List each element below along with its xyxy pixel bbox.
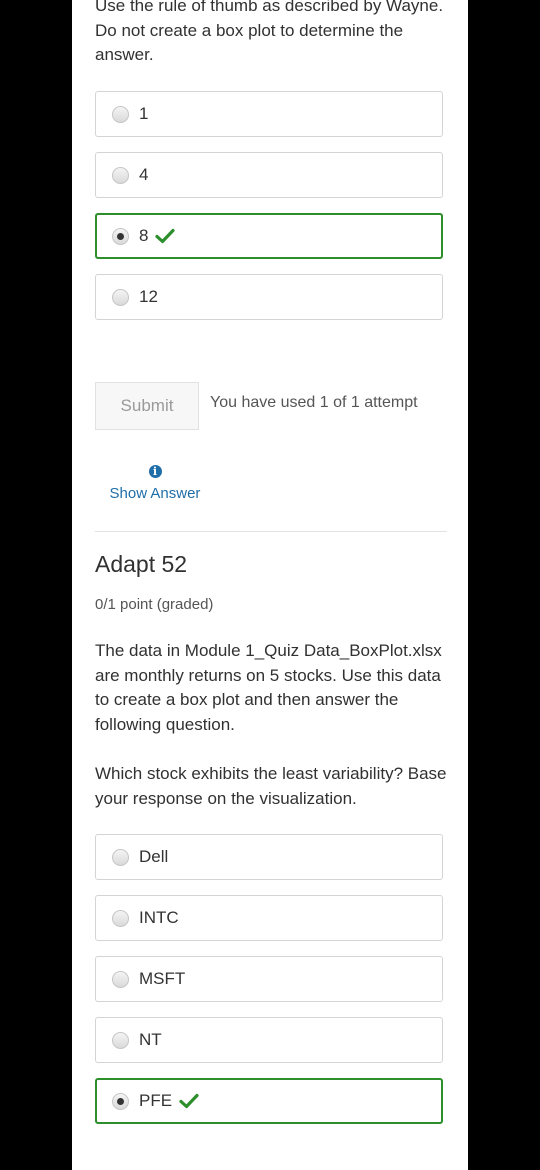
radio-button[interactable]: [112, 288, 129, 306]
option-label: Dell: [139, 847, 169, 866]
option-label: INTC: [139, 908, 179, 927]
checkmark-icon: [155, 228, 176, 244]
q2-option-nt[interactable]: NT: [95, 1017, 443, 1063]
info-icon: i: [148, 465, 162, 478]
question-2-text-block: The data in Module 1_Quiz Data_BoxPlot.x…: [95, 639, 447, 811]
show-answer-label[interactable]: Show Answer: [107, 485, 203, 502]
option-label: MSFT: [139, 969, 186, 988]
q1-option-4[interactable]: 4: [95, 152, 443, 198]
q2-option-msft[interactable]: MSFT: [95, 956, 443, 1002]
q2-option-pfe[interactable]: PFE: [95, 1078, 443, 1124]
submit-button[interactable]: Submit: [95, 382, 199, 430]
question-1-text-block: Use the rule of thumb as described by Wa…: [95, 0, 447, 68]
points-label: 0/1 point (graded): [95, 596, 214, 613]
radio-button[interactable]: [112, 1031, 129, 1049]
option-label: PFE: [139, 1091, 173, 1110]
option-label: 12: [139, 287, 158, 306]
radio-button-selected[interactable]: [112, 227, 129, 245]
radio-button[interactable]: [112, 166, 129, 184]
radio-button[interactable]: [112, 909, 129, 927]
option-label: 4: [139, 165, 149, 184]
checkmark-icon: [179, 1093, 199, 1109]
q2-option-dell[interactable]: Dell: [95, 834, 443, 880]
option-label: NT: [139, 1030, 162, 1049]
question-2-description: The data in Module 1_Quiz Data_BoxPlot.x…: [95, 641, 442, 734]
radio-button-selected[interactable]: [112, 1092, 129, 1110]
radio-button[interactable]: [112, 105, 129, 123]
option-label: 1: [139, 104, 149, 123]
radio-button[interactable]: [112, 970, 129, 988]
radio-button[interactable]: [112, 848, 129, 866]
option-label: 8: [139, 226, 149, 245]
q1-option-12[interactable]: 12: [95, 274, 443, 320]
question-1-text: Use the rule of thumb as described by Wa…: [95, 0, 444, 64]
show-answer-button[interactable]: i Show Answer: [107, 462, 203, 502]
q1-option-1[interactable]: 1: [95, 91, 443, 137]
problem-title: Adapt 52: [95, 551, 188, 577]
question-2-prompt: Which stock exhibits the least variabili…: [95, 764, 447, 808]
problem-page: Use the rule of thumb as described by Wa…: [72, 0, 468, 1170]
section-divider: [95, 531, 447, 532]
q2-option-intc[interactable]: INTC: [95, 895, 443, 941]
q1-option-8[interactable]: 8: [95, 213, 443, 259]
attempts-text: You have used 1 of 1 attempt: [210, 394, 418, 411]
